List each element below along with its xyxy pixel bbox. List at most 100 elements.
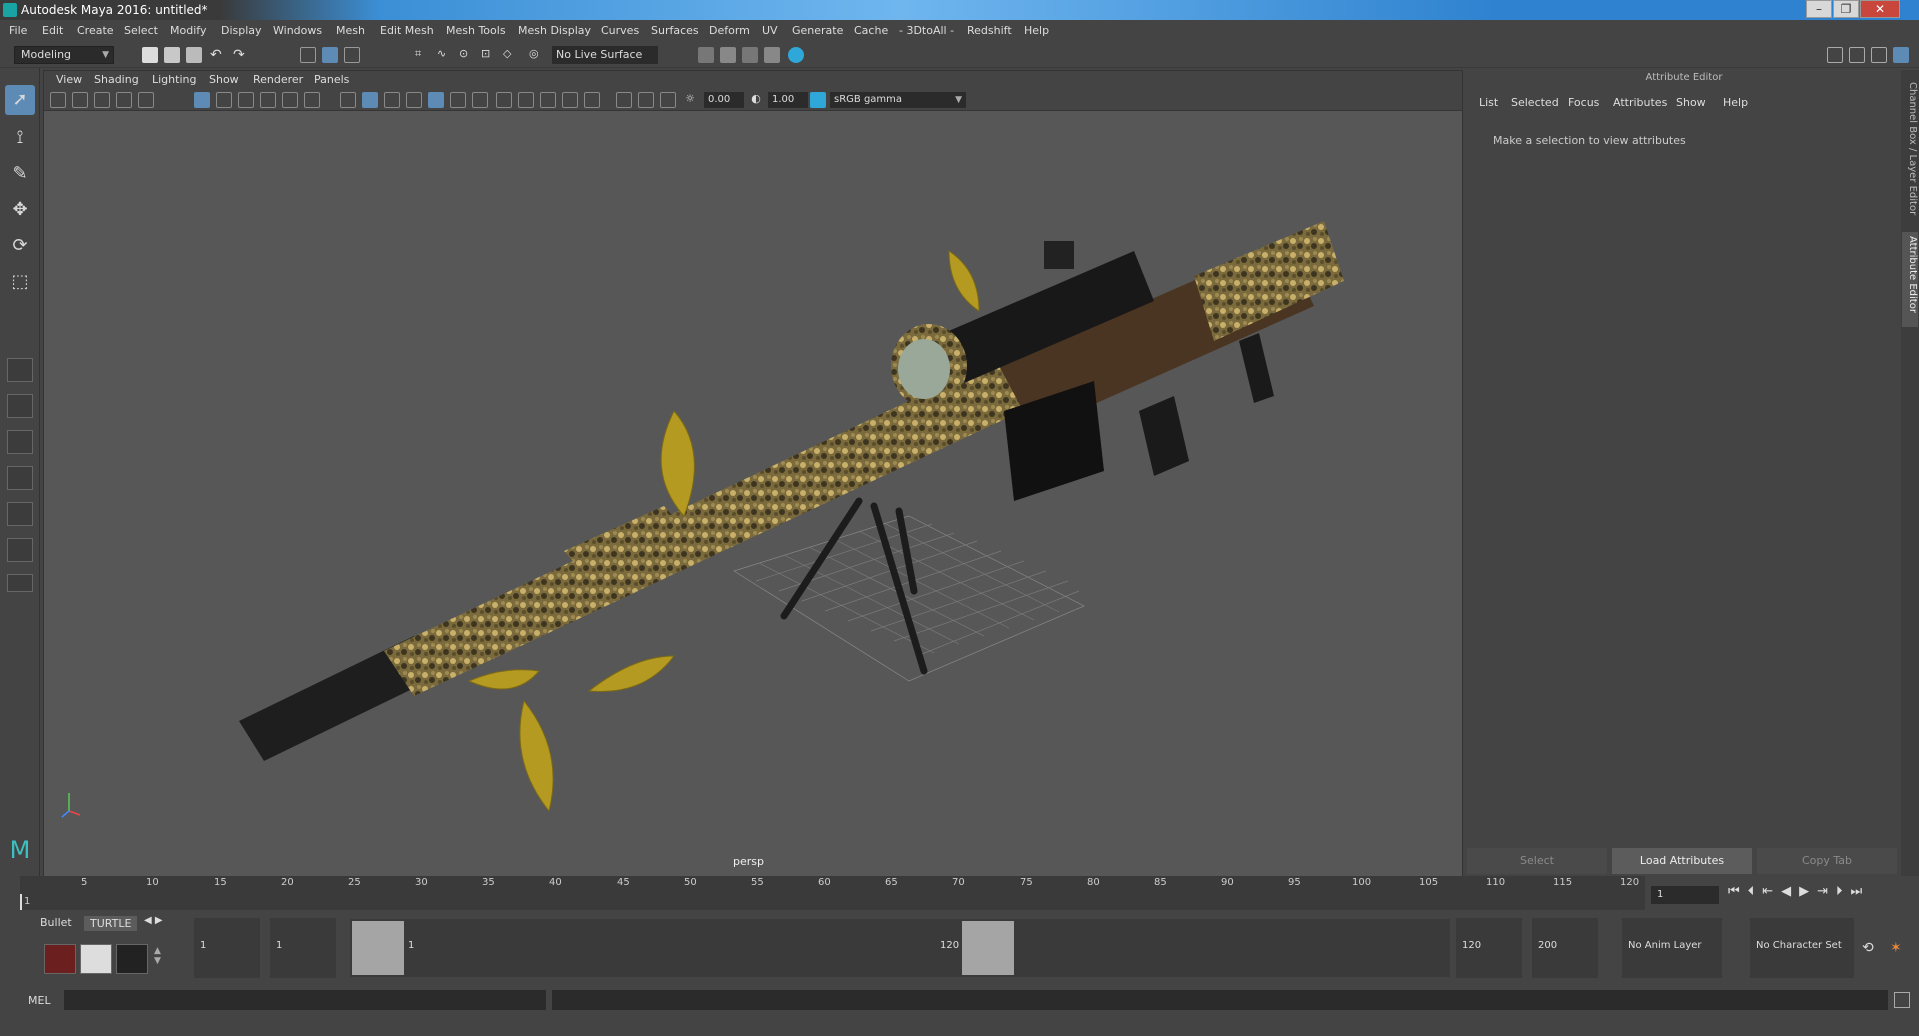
menu-redshift[interactable]: Redshift bbox=[967, 24, 1012, 37]
command-language-label[interactable]: MEL bbox=[28, 994, 51, 1007]
ae-menu-selected[interactable]: Selected bbox=[1511, 96, 1559, 109]
custom-layout-icon[interactable] bbox=[7, 574, 33, 592]
four-pane-layout-icon[interactable] bbox=[7, 394, 33, 418]
camera-attributes-icon[interactable] bbox=[72, 92, 88, 108]
render-view-icon[interactable] bbox=[764, 47, 780, 63]
menu-mesh[interactable]: Mesh bbox=[336, 24, 365, 37]
menu-display[interactable]: Display bbox=[221, 24, 262, 37]
character-set-dropdown[interactable]: No Character Set bbox=[1750, 918, 1854, 978]
gamma-field[interactable]: 1.00 bbox=[768, 92, 808, 108]
lasso-tool-icon[interactable]: ⟟ bbox=[5, 123, 35, 153]
ambient-occlusion-icon[interactable] bbox=[496, 92, 512, 108]
menu-deform[interactable]: Deform bbox=[709, 24, 750, 37]
smooth-shade-icon[interactable] bbox=[362, 92, 378, 108]
default-material-icon[interactable] bbox=[406, 92, 422, 108]
gate-mask-icon[interactable] bbox=[260, 92, 276, 108]
tool-settings-icon[interactable] bbox=[1871, 47, 1887, 63]
select-object-icon[interactable] bbox=[322, 47, 338, 63]
vp-menu-show[interactable]: Show bbox=[209, 73, 239, 86]
menu-mesh-tools[interactable]: Mesh Tools bbox=[446, 24, 506, 37]
vp-menu-view[interactable]: View bbox=[56, 73, 82, 86]
lights-icon[interactable] bbox=[450, 92, 466, 108]
motion-blur-icon[interactable] bbox=[518, 92, 534, 108]
playback-end-field[interactable]: 120 bbox=[1456, 918, 1522, 978]
menu-select[interactable]: Select bbox=[124, 24, 158, 37]
resolution-gate-icon[interactable] bbox=[238, 92, 254, 108]
animation-start-field[interactable]: 1 bbox=[194, 918, 260, 978]
vp-menu-lighting[interactable]: Lighting bbox=[152, 73, 196, 86]
ae-menu-show[interactable]: Show bbox=[1676, 96, 1706, 109]
hypershade-icon[interactable] bbox=[788, 47, 804, 63]
single-pane-layout-icon[interactable] bbox=[7, 358, 33, 382]
paint-select-tool-icon[interactable]: ✎ bbox=[5, 159, 35, 189]
channel-box-icon[interactable] bbox=[1893, 47, 1909, 63]
open-scene-icon[interactable] bbox=[164, 47, 180, 63]
select-button[interactable]: Select bbox=[1467, 848, 1607, 874]
color-management-icon[interactable] bbox=[810, 92, 826, 108]
grease-pencil-icon[interactable] bbox=[138, 92, 154, 108]
tab-channel-box[interactable]: Channel Box / Layer Editor bbox=[1902, 78, 1918, 228]
step-forward-key-icon[interactable]: ⏵ bbox=[1836, 884, 1851, 899]
script-editor-icon[interactable] bbox=[1894, 992, 1910, 1008]
snap-surface-icon[interactable]: ◇ bbox=[503, 47, 519, 63]
menu-edit-mesh[interactable]: Edit Mesh bbox=[380, 24, 434, 37]
go-to-end-icon[interactable]: ⏭ bbox=[1851, 884, 1871, 899]
snap-live-icon[interactable]: ◎ bbox=[529, 47, 545, 63]
ae-menu-help[interactable]: Help bbox=[1723, 96, 1748, 109]
xray-components-icon[interactable] bbox=[660, 92, 676, 108]
go-to-start-icon[interactable]: ⏮ bbox=[1728, 884, 1748, 899]
image-plane-icon[interactable] bbox=[116, 92, 132, 108]
play-backwards-icon[interactable]: ◀ bbox=[1781, 884, 1799, 899]
select-hierarchy-icon[interactable] bbox=[300, 47, 316, 63]
film-gate-icon[interactable] bbox=[216, 92, 232, 108]
current-time-field[interactable]: 1 bbox=[1651, 886, 1719, 904]
step-forward-frame-icon[interactable]: ⇥ bbox=[1817, 884, 1836, 899]
ae-menu-attributes[interactable]: Attributes bbox=[1613, 96, 1667, 109]
maximize-button[interactable]: ❐ bbox=[1833, 0, 1859, 18]
anim-preferences-icon[interactable]: ✶ bbox=[1890, 940, 1902, 956]
xray-icon[interactable] bbox=[616, 92, 632, 108]
depth-of-field-icon[interactable] bbox=[562, 92, 578, 108]
isolate-select-icon[interactable] bbox=[584, 92, 600, 108]
command-input[interactable] bbox=[64, 990, 546, 1010]
range-end-handle[interactable] bbox=[962, 921, 1014, 975]
vp-menu-panels[interactable]: Panels bbox=[314, 73, 349, 86]
select-component-icon[interactable] bbox=[344, 47, 360, 63]
viewport-canvas[interactable] bbox=[44, 111, 1462, 877]
snap-grid-icon[interactable]: ⌗ bbox=[415, 47, 431, 63]
animation-end-field[interactable]: 200 bbox=[1532, 918, 1598, 978]
bookmark-icon[interactable] bbox=[94, 92, 110, 108]
menu-set-dropdown[interactable]: Modeling ▼ bbox=[14, 46, 114, 64]
snap-curve-icon[interactable]: ∿ bbox=[437, 47, 453, 63]
menu-cache[interactable]: Cache bbox=[854, 24, 888, 37]
playback-start-field[interactable]: 1 bbox=[270, 918, 336, 978]
copy-tab-button[interactable]: Copy Tab bbox=[1757, 848, 1897, 874]
minimize-button[interactable]: – bbox=[1806, 0, 1832, 18]
menu-3dtoall[interactable]: - 3DtoAll - bbox=[899, 24, 954, 37]
menu-mesh-display[interactable]: Mesh Display bbox=[518, 24, 591, 37]
two-pane-layout-icon[interactable] bbox=[7, 430, 33, 454]
grid-toggle-icon[interactable] bbox=[194, 92, 210, 108]
live-surface-field[interactable]: No Live Surface bbox=[552, 46, 658, 64]
step-back-key-icon[interactable]: ⏴ bbox=[1748, 884, 1763, 899]
view-transform-dropdown[interactable]: sRGB gamma ▼ bbox=[830, 92, 966, 108]
ae-menu-focus[interactable]: Focus bbox=[1568, 96, 1599, 109]
exposure-field[interactable]: 0.00 bbox=[704, 92, 744, 108]
redo-icon[interactable]: ↷ bbox=[233, 47, 249, 63]
menu-generate[interactable]: Generate bbox=[792, 24, 843, 37]
menu-curves[interactable]: Curves bbox=[601, 24, 639, 37]
menu-uv[interactable]: UV bbox=[762, 24, 778, 37]
range-start-handle[interactable] bbox=[352, 921, 404, 975]
menu-edit[interactable]: Edit bbox=[42, 24, 63, 37]
play-forwards-icon[interactable]: ▶ bbox=[1799, 884, 1817, 899]
shelf-tab-bullet[interactable]: Bullet bbox=[40, 916, 72, 929]
close-button[interactable]: ✕ bbox=[1860, 0, 1900, 18]
xray-joints-icon[interactable] bbox=[638, 92, 654, 108]
ae-menu-list[interactable]: List bbox=[1479, 96, 1498, 109]
select-tool-icon[interactable]: ➚ bbox=[5, 85, 35, 115]
menu-surfaces[interactable]: Surfaces bbox=[651, 24, 699, 37]
modeling-toolkit-icon[interactable] bbox=[1827, 47, 1843, 63]
anim-layer-dropdown[interactable]: No Anim Layer bbox=[1622, 918, 1722, 978]
field-chart-icon[interactable] bbox=[282, 92, 298, 108]
turtle-render-icon[interactable] bbox=[44, 944, 76, 974]
